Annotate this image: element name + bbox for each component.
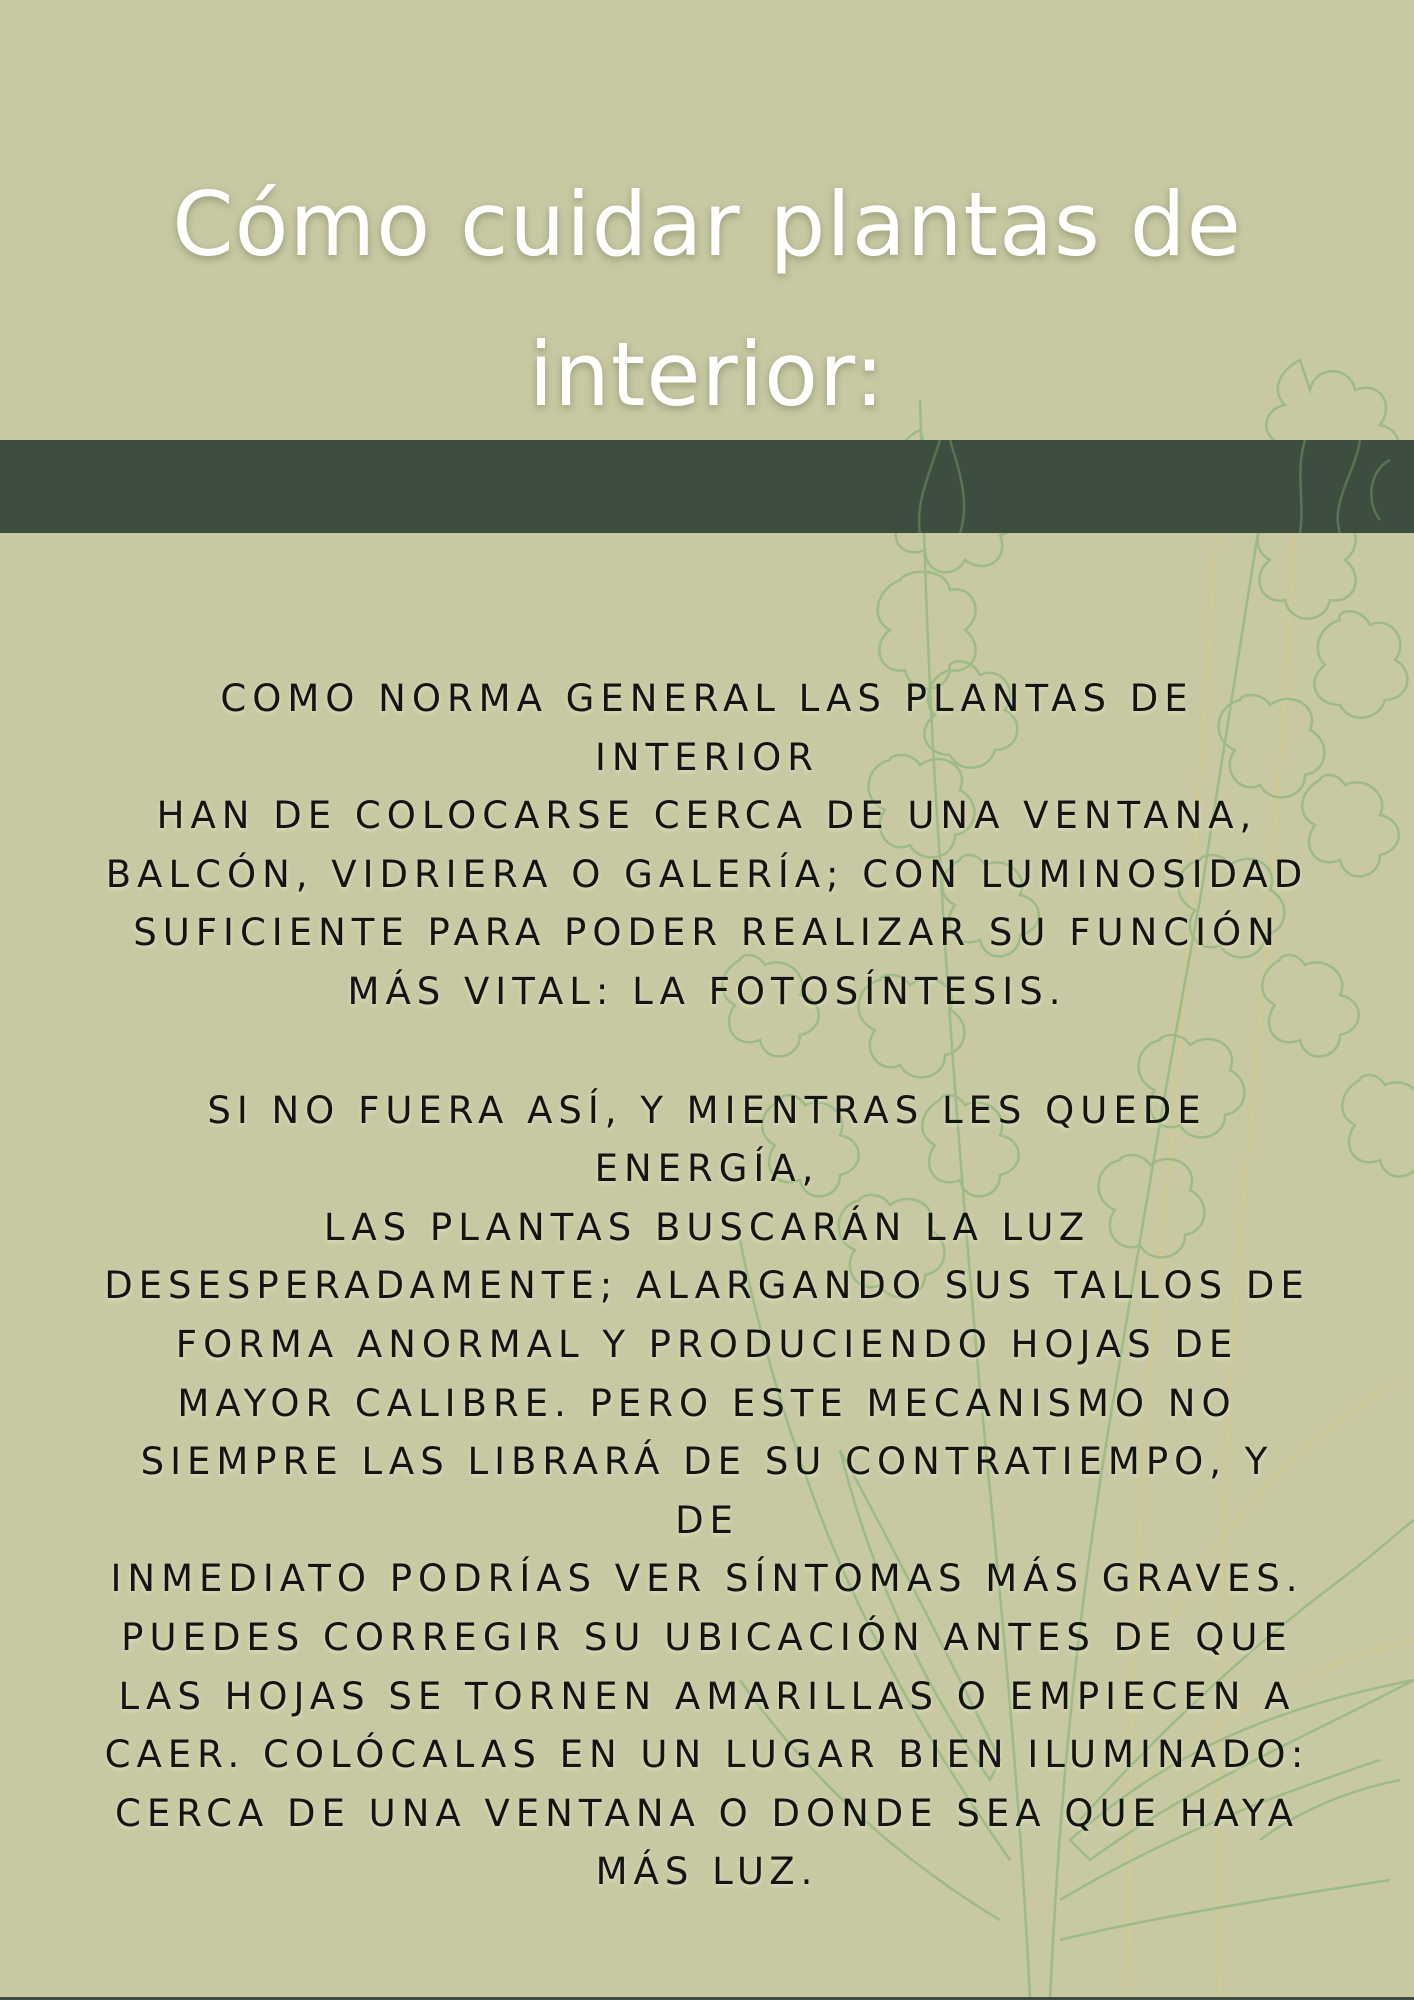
paragraph-1-line: HAN DE COLOCARSE CERCA DE UNA VENTANA, (156, 794, 1258, 838)
paragraph-2-line: MÁS LUZ. (595, 1850, 819, 1894)
paragraph-1-line: MÁS VITAL: LA FOTOSÍNTESIS. (347, 969, 1067, 1013)
paragraph-1-line: COMO NORMA GENERAL LAS PLANTAS DE INTERI… (220, 677, 1194, 779)
body-text: COMO NORMA GENERAL LAS PLANTAS DE INTERI… (100, 670, 1314, 1902)
paragraph-2-line: MAYOR CALIBRE. PERO ESTE MECANISMO NO (177, 1381, 1237, 1425)
title-line-1: Cómo cuidar plantas de (172, 173, 1242, 276)
paragraph-2-line: SI NO FUERA ASÍ, Y MIENTRAS LES QUEDE EN… (207, 1088, 1207, 1191)
paragraph-2-line: DESESPERADAMENTE; ALARGANDO SUS TALLOS D… (104, 1264, 1310, 1308)
paragraph-2-line: PUEDES CORREGIR SU UBICACIÓN ANTES DE QU… (121, 1615, 1293, 1659)
paragraph-2-line: LAS PLANTAS BUSCARÁN LA LUZ (323, 1205, 1091, 1249)
page-title: Cómo cuidar plantas de interior: (100, 150, 1314, 450)
paragraph-2-line: CERCA DE UNA VENTANA O DONDE SEA QUE HAY… (115, 1791, 1299, 1835)
infographic-page: Cómo cuidar plantas de interior: COMO NO… (0, 0, 1414, 2000)
paragraph-1-line: BALCÓN, VIDRIERA O GALERÍA; CON LUMINOSI… (105, 852, 1309, 896)
paragraph-2-line: SIEMPRE LAS LIBRARÁ DE SU CONTRATIEMPO, … (140, 1440, 1274, 1542)
paragraph-2-line: FORMA ANORMAL Y PRODUCIENDO HOJAS DE (175, 1322, 1239, 1366)
band-plant-overlay (917, 440, 1391, 533)
paragraph-2-line: CAER. COLÓCALAS EN UN LUGAR BIEN ILUMINA… (104, 1733, 1310, 1777)
title-line-2: interior: (528, 323, 886, 426)
paragraph-1-line: SUFICIENTE PARA PODER REALIZAR SU FUNCIÓ… (133, 911, 1281, 955)
paragraph-2-line: INMEDIATO PODRÍAS VER SÍNTOMAS MÁS GRAVE… (110, 1557, 1304, 1601)
paragraph-2-line: LAS HOJAS SE TORNEN AMARILLAS O EMPIECEN… (118, 1674, 1296, 1718)
